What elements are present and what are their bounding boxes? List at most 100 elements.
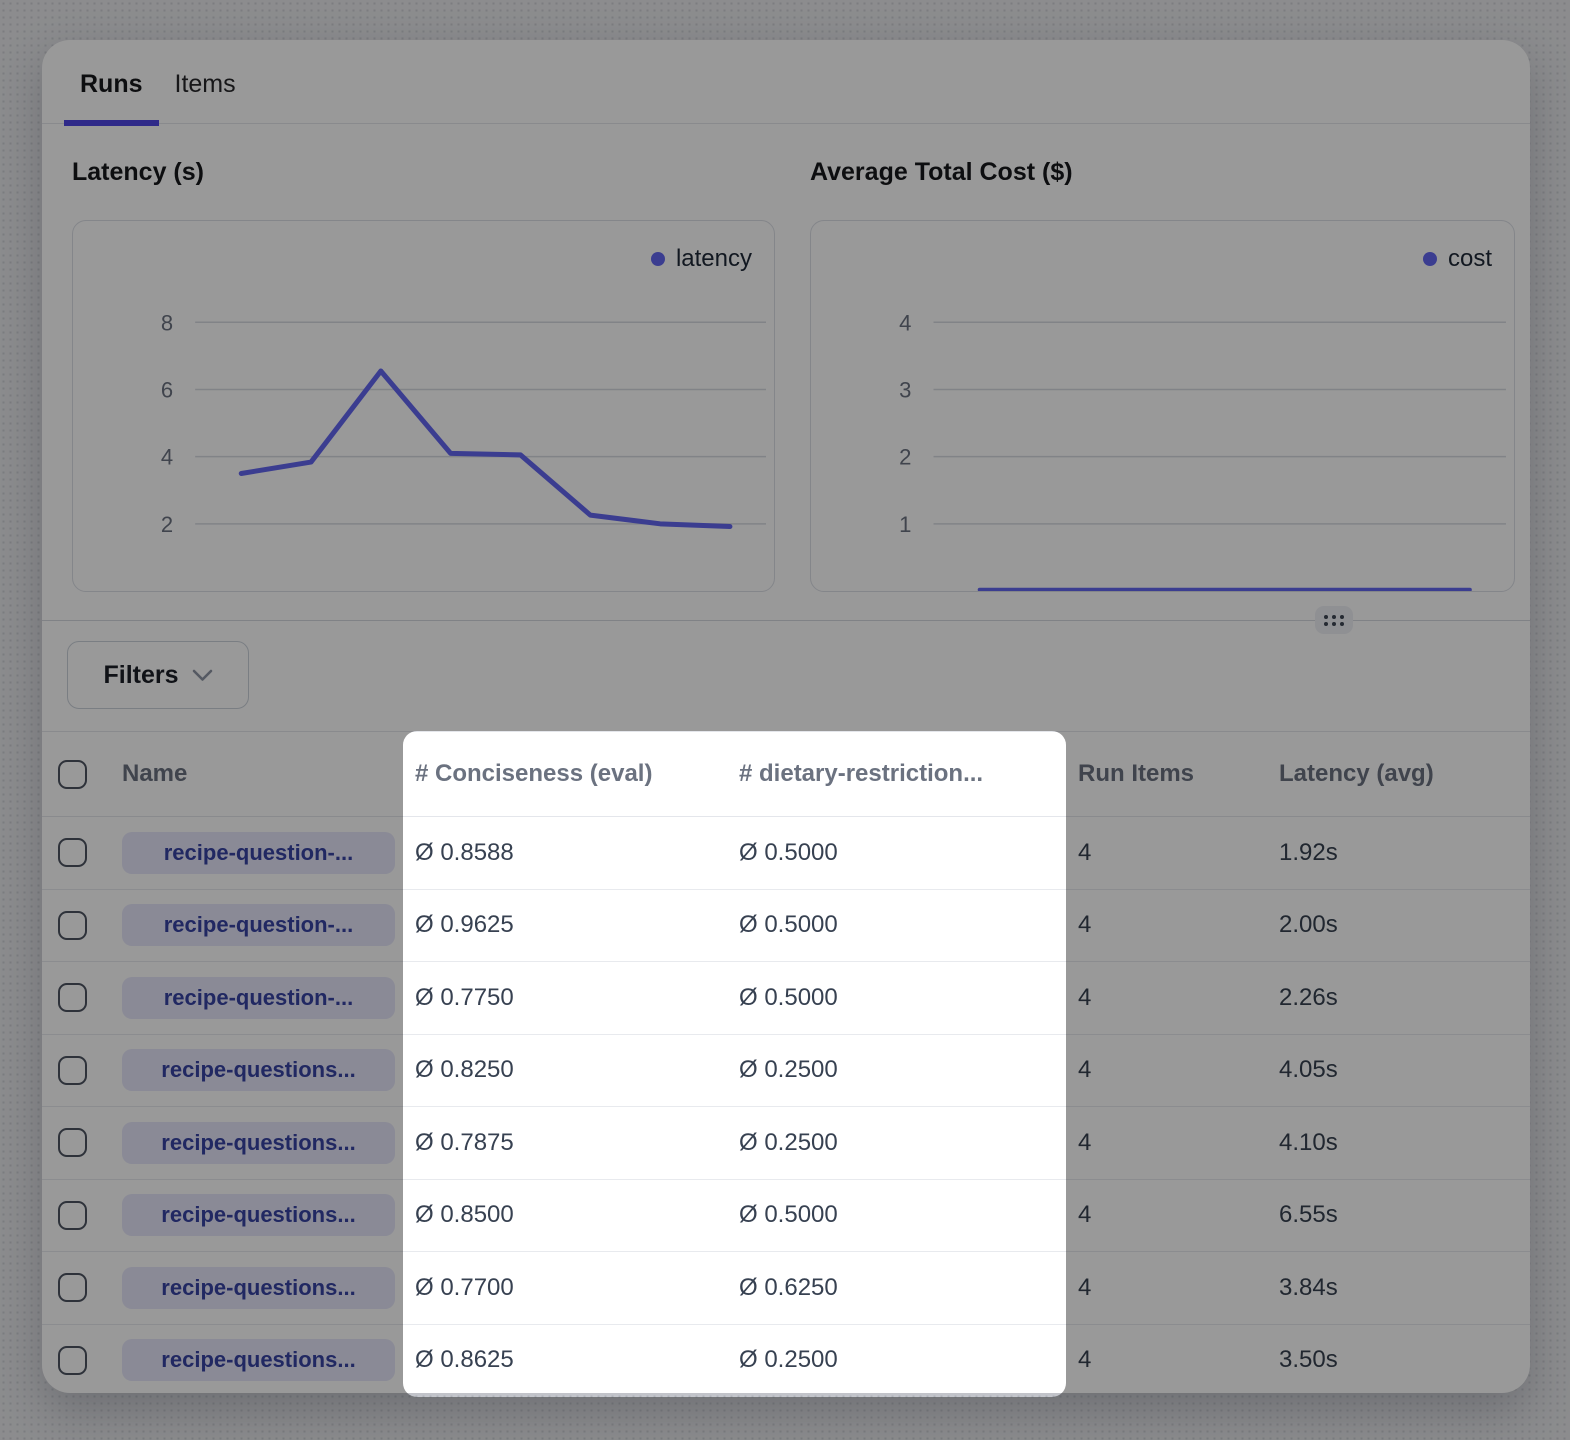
- cost-legend: cost: [1423, 245, 1492, 273]
- tab-bar: Runs Items: [42, 40, 1530, 124]
- table-row[interactable]: recipe-questions... Ø 0.8625 Ø 0.2500 4 …: [42, 1325, 1530, 1394]
- page-background: Runs Items Latency (s) Average Total Cos…: [0, 0, 1570, 1440]
- run-name-badge[interactable]: recipe-questions...: [122, 1122, 395, 1164]
- table-row[interactable]: recipe-questions... Ø 0.7875 Ø 0.2500 4 …: [42, 1107, 1530, 1180]
- row-dietary-cell: Ø 0.2500: [727, 1129, 1066, 1157]
- row-select-cell: [42, 911, 116, 940]
- row-conciseness-cell: Ø 0.8588: [403, 839, 727, 867]
- table-row[interactable]: recipe-question-... Ø 0.9625 Ø 0.5000 4 …: [42, 890, 1530, 963]
- row-dietary-cell: Ø 0.5000: [727, 1201, 1066, 1229]
- row-run-items-cell: 4: [1066, 839, 1267, 867]
- row-name-cell: recipe-questions...: [116, 1049, 403, 1091]
- header-run-items: Run Items: [1066, 760, 1267, 788]
- select-all-checkbox[interactable]: [58, 760, 87, 789]
- row-dietary-cell: Ø 0.5000: [727, 984, 1066, 1012]
- row-latency-cell: 3.84s: [1267, 1274, 1530, 1302]
- row-dietary-cell: Ø 0.5000: [727, 911, 1066, 939]
- row-name-cell: recipe-question-...: [116, 832, 403, 874]
- latency-legend: latency: [651, 245, 752, 273]
- row-latency-cell: 1.92s: [1267, 839, 1530, 867]
- table-row[interactable]: recipe-question-... Ø 0.7750 Ø 0.5000 4 …: [42, 962, 1530, 1035]
- row-dietary-cell: Ø 0.2500: [727, 1056, 1066, 1084]
- section-divider: [42, 620, 1530, 621]
- table-header-row: Name # Conciseness (eval) # dietary-rest…: [42, 731, 1530, 817]
- row-latency-cell: 3.50s: [1267, 1346, 1530, 1374]
- cost-chart-title: Average Total Cost ($): [810, 158, 1073, 187]
- row-name-cell: recipe-question-...: [116, 977, 403, 1019]
- header-name: Name: [116, 760, 403, 788]
- svg-text:8: 8: [161, 310, 173, 335]
- row-run-items-cell: 4: [1066, 911, 1267, 939]
- panel-resize-handle[interactable]: [1315, 606, 1353, 634]
- row-run-items-cell: 4: [1066, 1056, 1267, 1084]
- run-name-badge[interactable]: recipe-question-...: [122, 904, 395, 946]
- cost-line-plot: 1234: [811, 221, 1514, 591]
- table-row[interactable]: recipe-question-... Ø 0.8588 Ø 0.5000 4 …: [42, 817, 1530, 890]
- row-conciseness-cell: Ø 0.8250: [403, 1056, 727, 1084]
- row-name-cell: recipe-question-...: [116, 904, 403, 946]
- run-name-badge[interactable]: recipe-question-...: [122, 832, 395, 874]
- table-row[interactable]: recipe-questions... Ø 0.7700 Ø 0.6250 4 …: [42, 1252, 1530, 1325]
- row-select-cell: [42, 1056, 116, 1085]
- row-name-cell: recipe-questions...: [116, 1122, 403, 1164]
- row-select-cell: [42, 1201, 116, 1230]
- tab-items[interactable]: Items: [159, 40, 252, 126]
- row-latency-cell: 4.10s: [1267, 1129, 1530, 1157]
- header-latency-avg: Latency (avg): [1267, 760, 1530, 788]
- row-run-items-cell: 4: [1066, 1274, 1267, 1302]
- row-checkbox[interactable]: [58, 911, 87, 940]
- dashboard-card: Runs Items Latency (s) Average Total Cos…: [42, 40, 1530, 1393]
- row-dietary-cell: Ø 0.6250: [727, 1274, 1066, 1302]
- svg-text:4: 4: [161, 445, 173, 470]
- row-dietary-cell: Ø 0.5000: [727, 839, 1066, 867]
- latency-line-plot: 2 4 6 8: [73, 221, 774, 591]
- row-checkbox[interactable]: [58, 1273, 87, 1302]
- table-row[interactable]: recipe-questions... Ø 0.8250 Ø 0.2500 4 …: [42, 1035, 1530, 1108]
- table-body: recipe-question-... Ø 0.8588 Ø 0.5000 4 …: [42, 817, 1530, 1393]
- grip-dots-icon: [1324, 615, 1344, 626]
- run-name-badge[interactable]: recipe-questions...: [122, 1339, 395, 1381]
- latency-legend-label: latency: [676, 245, 752, 273]
- row-select-cell: [42, 838, 116, 867]
- row-checkbox[interactable]: [58, 838, 87, 867]
- row-latency-cell: 2.00s: [1267, 911, 1530, 939]
- row-select-cell: [42, 1273, 116, 1302]
- row-select-cell: [42, 1346, 116, 1375]
- tab-runs[interactable]: Runs: [64, 40, 159, 126]
- row-name-cell: recipe-questions...: [116, 1267, 403, 1309]
- row-checkbox[interactable]: [58, 1201, 87, 1230]
- table-row[interactable]: recipe-questions... Ø 0.8500 Ø 0.5000 4 …: [42, 1180, 1530, 1253]
- svg-text:3: 3: [899, 377, 911, 402]
- row-checkbox[interactable]: [58, 1128, 87, 1157]
- filters-button-label: Filters: [103, 661, 178, 690]
- row-conciseness-cell: Ø 0.9625: [403, 911, 727, 939]
- row-checkbox[interactable]: [58, 983, 87, 1012]
- svg-text:6: 6: [161, 377, 173, 402]
- row-conciseness-cell: Ø 0.8500: [403, 1201, 727, 1229]
- run-name-badge[interactable]: recipe-questions...: [122, 1049, 395, 1091]
- row-run-items-cell: 4: [1066, 1129, 1267, 1157]
- row-conciseness-cell: Ø 0.7700: [403, 1274, 727, 1302]
- row-checkbox[interactable]: [58, 1346, 87, 1375]
- header-conciseness: # Conciseness (eval): [403, 760, 727, 788]
- cost-chart: 1234 cost: [810, 220, 1515, 592]
- run-name-badge[interactable]: recipe-question-...: [122, 977, 395, 1019]
- row-dietary-cell: Ø 0.2500: [727, 1346, 1066, 1374]
- row-run-items-cell: 4: [1066, 1346, 1267, 1374]
- row-run-items-cell: 4: [1066, 1201, 1267, 1229]
- row-latency-cell: 4.05s: [1267, 1056, 1530, 1084]
- latency-legend-dot-icon: [651, 252, 665, 266]
- latency-chart: 2 4 6 8 latency: [72, 220, 775, 592]
- svg-text:2: 2: [161, 512, 173, 537]
- run-name-badge[interactable]: recipe-questions...: [122, 1194, 395, 1236]
- runs-table: Name # Conciseness (eval) # dietary-rest…: [42, 731, 1530, 1393]
- row-name-cell: recipe-questions...: [116, 1339, 403, 1381]
- svg-text:4: 4: [899, 310, 911, 335]
- row-checkbox[interactable]: [58, 1056, 87, 1085]
- svg-text:1: 1: [899, 512, 911, 537]
- row-select-cell: [42, 983, 116, 1012]
- filters-button[interactable]: Filters: [67, 641, 249, 709]
- row-conciseness-cell: Ø 0.7750: [403, 984, 727, 1012]
- row-select-cell: [42, 1128, 116, 1157]
- run-name-badge[interactable]: recipe-questions...: [122, 1267, 395, 1309]
